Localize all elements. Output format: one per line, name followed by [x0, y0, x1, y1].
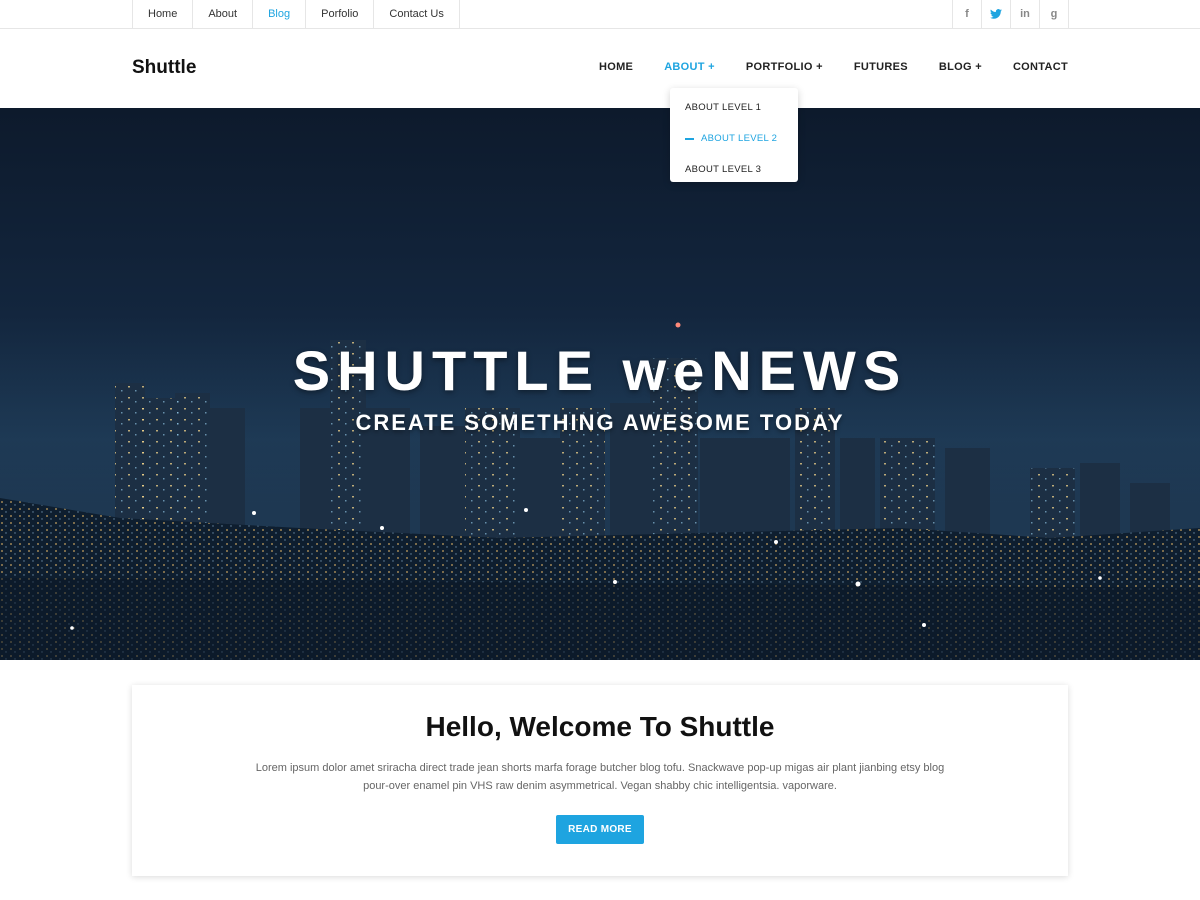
main-nav: HOME ABOUT + PORTFOLIO + FUTURES BLOG + … — [568, 61, 1068, 73]
top-nav-contact-us[interactable]: Contact Us — [374, 0, 460, 28]
hero-subtitle: CREATE SOMETHING AWESOME TODAY — [355, 410, 845, 435]
facebook-icon[interactable]: f — [953, 0, 982, 28]
top-nav: Home About Blog Porfolio Contact Us — [132, 0, 460, 28]
nav-portfolio[interactable]: PORTFOLIO + — [746, 61, 823, 73]
top-bar: Home About Blog Porfolio Contact Us f in… — [0, 0, 1200, 29]
dropdown-item-about-level-1[interactable]: ABOUT LEVEL 1 — [670, 92, 798, 123]
welcome-text-line-1: Lorem ipsum dolor amet sriracha direct t… — [255, 762, 945, 774]
linkedin-icon[interactable]: in — [1011, 0, 1040, 28]
welcome-heading: Hello, Welcome To Shuttle — [425, 711, 775, 742]
welcome-text: Lorem ipsum dolor amet sriracha direct t… — [250, 759, 950, 795]
nav-contact[interactable]: CONTACT — [1013, 61, 1068, 73]
site-header: Shuttle HOME ABOUT + PORTFOLIO + FUTURES… — [0, 29, 1200, 108]
dropdown-item-label: ABOUT LEVEL 1 — [685, 102, 762, 113]
nav-home[interactable]: HOME — [599, 61, 633, 73]
dropdown-item-label: ABOUT LEVEL 3 — [685, 164, 762, 175]
site-logo[interactable]: Shuttle — [132, 57, 196, 79]
top-nav-about[interactable]: About — [193, 0, 254, 28]
google-icon[interactable]: g — [1040, 0, 1069, 28]
dropdown-item-about-level-3[interactable]: ABOUT LEVEL 3 — [670, 154, 798, 185]
read-more-button[interactable]: READ MORE — [556, 815, 644, 844]
welcome-card: Hello, Welcome To Shuttle Lorem ipsum do… — [132, 685, 1068, 876]
hero-title: SHUTTLE weNEWS — [292, 339, 908, 402]
top-nav-portfolio[interactable]: Porfolio — [306, 0, 375, 28]
active-dash-icon — [685, 137, 694, 140]
nav-blog[interactable]: BLOG + — [939, 61, 982, 73]
dropdown-item-about-level-2[interactable]: ABOUT LEVEL 2 — [670, 123, 798, 154]
nav-about[interactable]: ABOUT + — [664, 61, 715, 73]
hero-banner: SHUTTLE weNEWS CREATE SOMETHING AWESOME … — [0, 108, 1200, 660]
dropdown-item-label: ABOUT LEVEL 2 — [701, 133, 778, 144]
top-nav-blog[interactable]: Blog — [253, 0, 307, 28]
top-nav-home[interactable]: Home — [133, 0, 194, 28]
welcome-text-line-2: pour-over enamel pin VHS raw denim asymm… — [363, 780, 837, 792]
social-links: f in g — [952, 0, 1069, 28]
about-dropdown-menu: ABOUT LEVEL 1 ABOUT LEVEL 2 ABOUT LEVEL … — [670, 88, 798, 182]
twitter-icon[interactable] — [982, 0, 1011, 28]
nav-futures[interactable]: FUTURES — [854, 61, 908, 73]
